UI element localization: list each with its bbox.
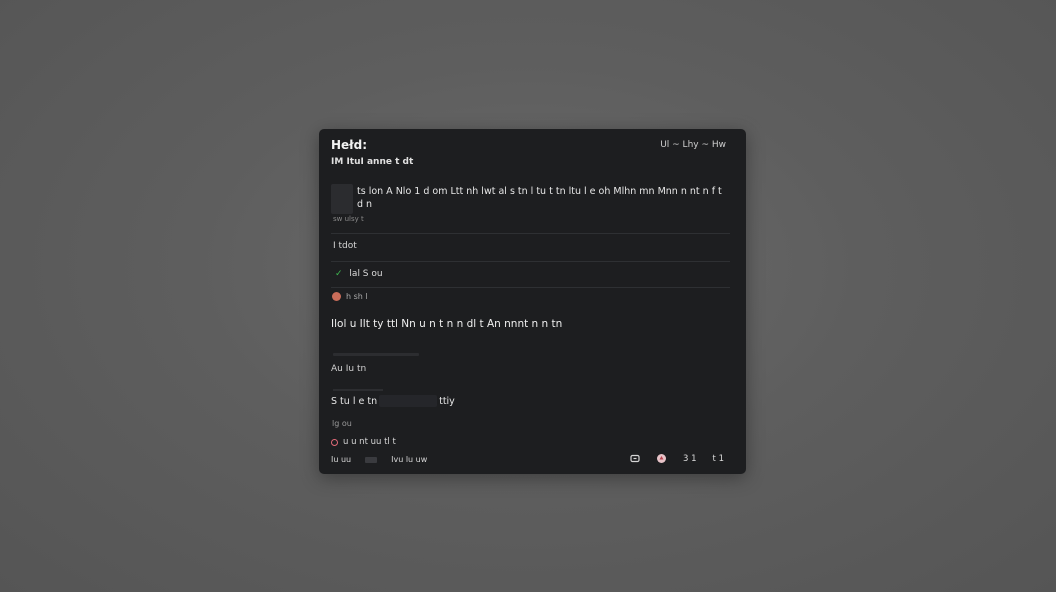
user-avatar — [332, 292, 341, 301]
input-line[interactable]: S tu l e tn ttiy — [331, 395, 455, 407]
comment-button[interactable]: 3 1 — [683, 454, 697, 464]
share-count: t 1 — [712, 453, 724, 464]
sub-label: Au Iu tn — [331, 364, 367, 374]
tag-label: lg ou — [332, 419, 352, 428]
avatar — [331, 184, 353, 214]
option-text: u u nt uu tl t — [343, 437, 396, 447]
message-meta: sw ulsy t — [333, 215, 364, 223]
status-text: lal S ou — [349, 269, 383, 279]
input-suffix: ttiy — [439, 395, 455, 407]
card-subtitle: IM ItuI anne t dt — [331, 157, 414, 167]
divider — [331, 233, 730, 234]
user-name: h sh l — [346, 292, 368, 301]
divider — [331, 287, 730, 288]
card-title: Hełd: — [331, 138, 368, 152]
footer-link-a[interactable]: Iu uu — [331, 455, 351, 464]
body-text: Ilol u Ilt ty ttl Nn u n t n n dl t An n… — [331, 318, 563, 330]
input-field[interactable] — [379, 395, 438, 407]
input-prefix: S tu l e tn — [331, 395, 378, 407]
footer-actions: 3 1 t 1 — [630, 453, 724, 464]
check-icon: ✓ — [335, 269, 343, 279]
divider — [331, 261, 730, 262]
divider — [333, 353, 419, 356]
header-meta[interactable]: Ul ~ Lhy ~ Hw — [660, 140, 726, 150]
status-row[interactable]: ✓ lal S ou — [335, 269, 383, 279]
link-icon[interactable] — [630, 454, 640, 463]
user-row[interactable]: h sh l — [332, 292, 368, 301]
divider — [333, 389, 383, 391]
message-text: ts lon A Nlo 1 d om Ltt nh lwt al s tn l… — [357, 186, 722, 210]
footer-left: Iu uu Ivu lu uw — [331, 455, 427, 464]
footer-link-b[interactable]: Ivu lu uw — [391, 455, 427, 464]
section-label: I tdot — [333, 241, 357, 251]
message-card: Hełd: Ul ~ Lhy ~ Hw IM ItuI anne t dt ts… — [319, 129, 746, 474]
share-button[interactable]: t 1 — [713, 454, 724, 464]
heart-icon[interactable] — [656, 453, 667, 464]
footer-separator — [365, 456, 378, 463]
radio-icon[interactable] — [331, 438, 338, 446]
option-row[interactable]: u u nt uu tl t — [331, 437, 396, 447]
comment-count: 3 1 — [683, 453, 697, 464]
